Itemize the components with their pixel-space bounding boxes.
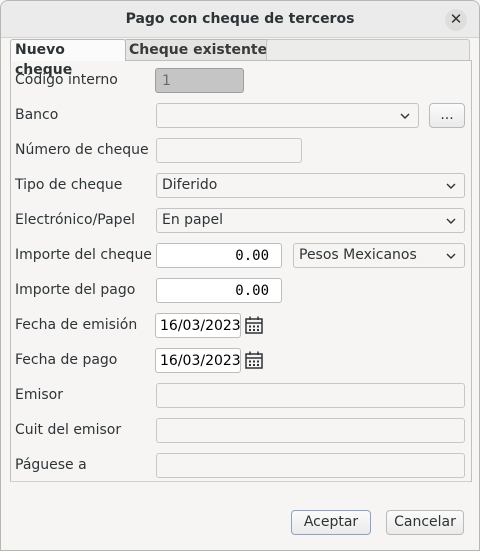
- electronico-papel-label: Electrónico/Papel: [15, 212, 136, 228]
- importe-pago-label: Importe del pago: [15, 282, 136, 298]
- cuit-emisor-input[interactable]: [156, 418, 465, 443]
- importe-cheque-value: 0.00: [235, 248, 269, 264]
- tipo-cheque-value: Diferido: [162, 177, 218, 193]
- close-icon: ✕: [449, 10, 463, 28]
- importe-cheque-label: Importe del cheque: [15, 247, 152, 263]
- calendar-icon[interactable]: [244, 350, 264, 370]
- chevron-down-icon: [446, 253, 456, 259]
- dialog-window: Pago con cheque de terceros ✕ Nuevo cheq…: [0, 0, 480, 551]
- banco-combo[interactable]: [156, 103, 419, 128]
- tipo-cheque-label: Tipo de cheque: [15, 177, 123, 193]
- numero-cheque-label: Número de cheque: [15, 142, 149, 158]
- importe-pago-input[interactable]: 0.00: [156, 278, 282, 303]
- accept-button[interactable]: Aceptar: [291, 510, 371, 535]
- chevron-down-icon: [400, 113, 410, 119]
- fecha-pago-label: Fecha de pago: [15, 352, 118, 368]
- fecha-emision-label: Fecha de emisión: [15, 317, 138, 333]
- footer-separator: [10, 481, 470, 492]
- fecha-emision-value: 16/03/2023: [160, 318, 241, 334]
- chevron-down-icon: [446, 183, 456, 189]
- fecha-emision-input[interactable]: 16/03/2023: [155, 313, 241, 338]
- codigo-interno-field: 1: [155, 68, 244, 93]
- paguese-a-label: Páguese a: [15, 457, 87, 473]
- fecha-pago-input[interactable]: 16/03/2023: [155, 348, 241, 373]
- electronico-papel-value: En papel: [162, 212, 224, 228]
- currency-select[interactable]: Pesos Mexicanos: [293, 243, 465, 268]
- close-button[interactable]: ✕: [445, 9, 467, 31]
- banco-label: Banco: [15, 107, 59, 123]
- importe-pago-value: 0.00: [235, 283, 269, 299]
- fecha-pago-value: 16/03/2023: [160, 353, 241, 369]
- calendar-icon[interactable]: [244, 315, 264, 335]
- importe-cheque-input[interactable]: 0.00: [156, 243, 282, 268]
- title-bar: Pago con cheque de terceros ✕: [1, 1, 479, 38]
- tab-cheque-existente[interactable]: Cheque existente: [124, 39, 274, 60]
- paguese-a-input[interactable]: [156, 453, 465, 478]
- tab-bar: Nuevo cheque Cheque existente: [10, 39, 470, 78]
- emisor-input[interactable]: [156, 383, 465, 408]
- dialog-title: Pago con cheque de terceros: [125, 11, 355, 27]
- electronico-papel-select[interactable]: En papel: [156, 208, 465, 233]
- currency-value: Pesos Mexicanos: [299, 247, 417, 263]
- codigo-interno-value: 1: [162, 73, 171, 89]
- tab-bar-filler: [266, 39, 470, 60]
- emisor-label: Emisor: [15, 387, 63, 403]
- banco-more-button[interactable]: ...: [429, 103, 465, 128]
- tipo-cheque-select[interactable]: Diferido: [156, 173, 465, 198]
- tab-nuevo-cheque[interactable]: Nuevo cheque: [10, 39, 126, 78]
- numero-cheque-input[interactable]: [156, 138, 302, 163]
- chevron-down-icon: [446, 218, 456, 224]
- cuit-emisor-label: Cuit del emisor: [15, 422, 122, 438]
- cancel-button[interactable]: Cancelar: [386, 510, 464, 535]
